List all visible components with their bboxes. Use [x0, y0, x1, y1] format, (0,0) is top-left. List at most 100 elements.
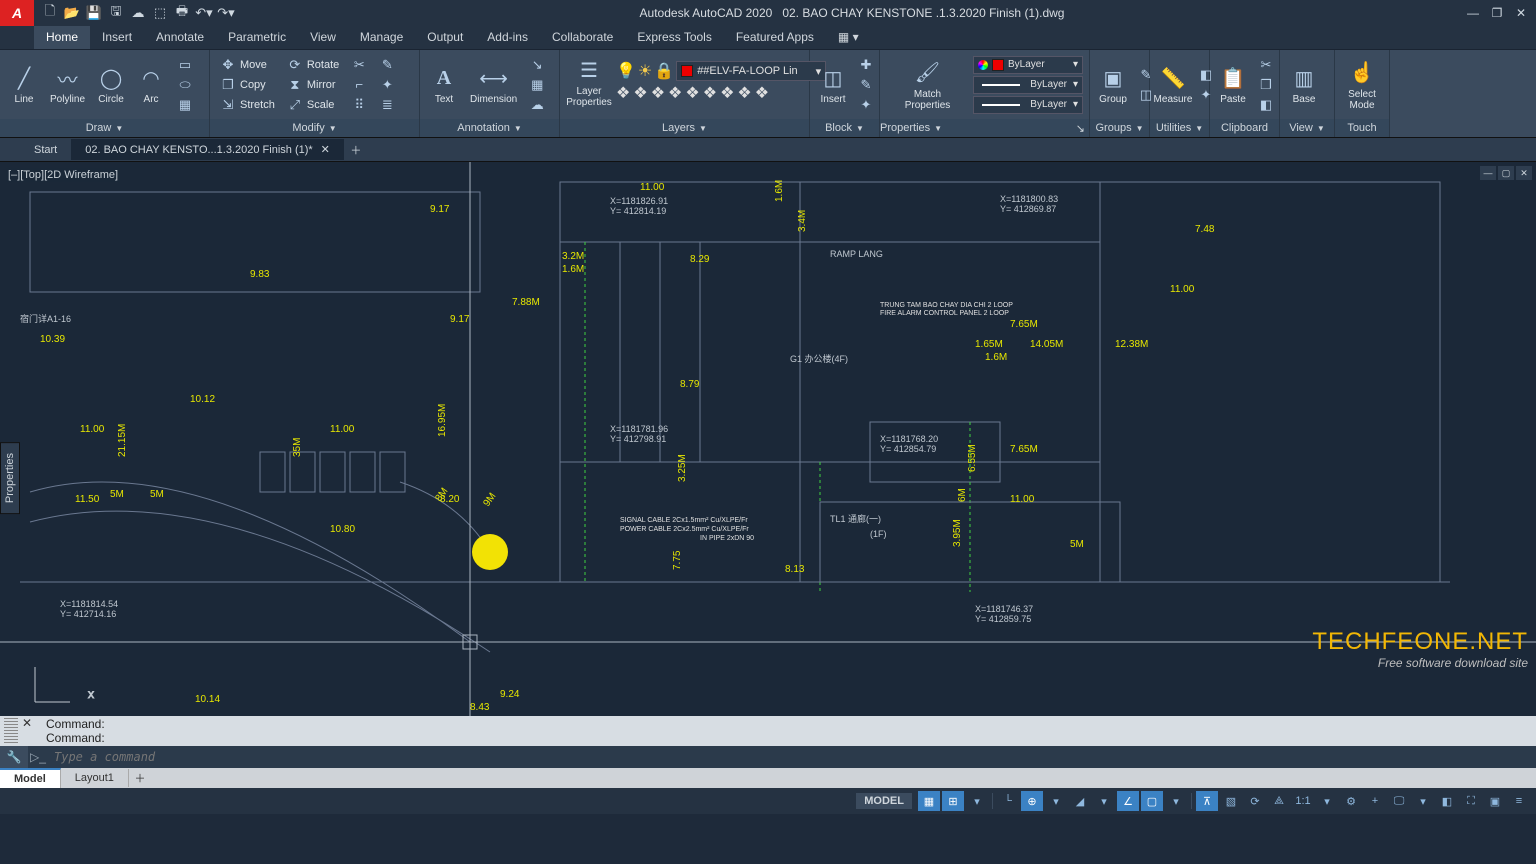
isodraft-icon[interactable]: ◢ — [1069, 791, 1091, 811]
undo-icon[interactable]: ↶▾ — [194, 3, 214, 23]
scale-button[interactable]: ⤢Scale — [283, 95, 343, 115]
arc-button[interactable]: ◠Arc — [133, 62, 169, 107]
offset-icon[interactable]: ≣ — [375, 95, 399, 115]
tab-express[interactable]: Express Tools — [625, 26, 723, 49]
open-icon[interactable]: 📂 — [62, 3, 82, 23]
tab-addins[interactable]: Add-ins — [475, 26, 540, 49]
app-logo[interactable]: A — [0, 0, 34, 26]
polar-menu-icon[interactable]: ▾ — [1045, 791, 1067, 811]
tab-view[interactable]: View — [298, 26, 348, 49]
layer-tool9-icon[interactable]: ❖ — [755, 83, 769, 103]
insert-block-button[interactable]: ◫Insert — [816, 62, 850, 107]
panel-draw-title[interactable]: Draw▼ — [0, 119, 209, 137]
stretch-button[interactable]: ⇲Stretch — [216, 95, 279, 115]
polyline-button[interactable]: 〰Polyline — [46, 62, 89, 107]
lineweight-combo[interactable]: ByLayer▾ — [973, 76, 1083, 94]
layout-add-icon[interactable]: ＋ — [129, 770, 151, 786]
minimize-icon[interactable]: — — [1462, 3, 1484, 23]
ws-menu-icon[interactable]: ▾ — [1412, 791, 1434, 811]
ws-icon[interactable]: 🖵 — [1388, 791, 1410, 811]
file-tab-close-icon[interactable]: ✕ — [321, 143, 330, 156]
array-icon[interactable]: ⠿ — [347, 95, 371, 115]
saveas-icon[interactable]: 🖫 — [106, 3, 126, 23]
copy-button[interactable]: ❐Copy — [216, 75, 279, 95]
isolate-icon[interactable]: ◧ — [1436, 791, 1458, 811]
layer-combo[interactable]: ##ELV-FA-LOOP Lin ▾ — [676, 61, 826, 81]
command-input[interactable] — [48, 746, 1536, 768]
layer-tool3-icon[interactable]: ❖ — [651, 83, 665, 103]
restore-icon[interactable]: ❐ — [1486, 3, 1508, 23]
layer-properties-button[interactable]: ☰Layer Properties — [566, 54, 612, 110]
cleanscreen-icon[interactable]: ▣ — [1484, 791, 1506, 811]
layer-tool7-icon[interactable]: ❖ — [720, 83, 734, 103]
otrack-icon[interactable]: ▢ — [1141, 791, 1163, 811]
copy-clip-icon[interactable]: ❐ — [1254, 75, 1278, 95]
layout-tab-model[interactable]: Model — [0, 768, 61, 788]
panel-utilities-title[interactable]: Utilities▼ — [1150, 119, 1209, 137]
status-model-button[interactable]: MODEL — [856, 793, 912, 809]
layer-tool5-icon[interactable]: ❖ — [685, 83, 699, 103]
circle-button[interactable]: ◯Circle — [93, 62, 129, 107]
file-tab-drawing[interactable]: 02. BAO CHAY KENSTO...1.3.2020 Finish (1… — [71, 139, 344, 160]
line-button[interactable]: ╱Line — [6, 62, 42, 107]
tab-parametric[interactable]: Parametric — [216, 26, 298, 49]
layer-tool4-icon[interactable]: ❖ — [668, 83, 682, 103]
custom-icon[interactable]: ≡ — [1508, 791, 1530, 811]
layer-sun-icon[interactable]: ☀ — [638, 61, 652, 81]
save-icon[interactable]: 💾 — [84, 3, 104, 23]
cut-icon[interactable]: ✂ — [1254, 55, 1278, 75]
lineweight-icon[interactable]: ⊼ — [1196, 791, 1218, 811]
annoscale-icon[interactable]: ⟁ — [1268, 791, 1290, 811]
cycling-icon[interactable]: ⟳ — [1244, 791, 1266, 811]
layer-bulb-icon[interactable]: 💡 — [616, 61, 636, 81]
block-attr-icon[interactable]: ✦ — [854, 95, 878, 115]
layer-tool2-icon[interactable]: ❖ — [633, 83, 647, 103]
measure-button[interactable]: 📏Measure — [1156, 62, 1190, 107]
select-mode-button[interactable]: ☝Select Mode — [1341, 57, 1383, 113]
leader-icon[interactable]: ↘ — [525, 55, 549, 75]
new-icon[interactable]: 🗋 — [40, 3, 60, 23]
panel-modify-title[interactable]: Modify▼ — [210, 119, 419, 137]
mirror-button[interactable]: ⧗Mirror — [283, 75, 343, 95]
group-button[interactable]: ▣Group — [1096, 62, 1130, 107]
cloud-save-icon[interactable]: ⬚ — [150, 3, 170, 23]
panel-layers-title[interactable]: Layers▼ — [560, 119, 809, 137]
hatch-icon[interactable]: ▦ — [173, 95, 197, 115]
tab-output[interactable]: Output — [415, 26, 475, 49]
redo-icon[interactable]: ↷▾ — [216, 3, 236, 23]
layer-tool1-icon[interactable]: ❖ — [616, 83, 630, 103]
move-button[interactable]: ✥Move — [216, 55, 279, 75]
close-icon[interactable]: ✕ — [1510, 3, 1532, 23]
polar-icon[interactable]: ⊕ — [1021, 791, 1043, 811]
fillet-icon[interactable]: ⌐ — [347, 75, 371, 95]
ortho-icon[interactable]: └ — [997, 791, 1019, 811]
block-create-icon[interactable]: ✚ — [854, 55, 878, 75]
gear-icon[interactable]: ⚙ — [1340, 791, 1362, 811]
linetype-combo[interactable]: ByLayer▾ — [973, 96, 1083, 114]
customize-icon[interactable]: 🔧 — [0, 750, 28, 764]
tab-annotate[interactable]: Annotate — [144, 26, 216, 49]
panel-properties-title[interactable]: Properties▼↘ — [880, 119, 1089, 137]
panel-annotation-title[interactable]: Annotation▼ — [420, 119, 559, 137]
dimension-button[interactable]: ⟷Dimension — [466, 62, 521, 107]
file-tab-add-icon[interactable]: ＋ — [344, 142, 368, 158]
layer-tool6-icon[interactable]: ❖ — [703, 83, 717, 103]
ellipse-icon[interactable]: ⬭ — [173, 75, 197, 95]
cmd-close-icon[interactable]: ✕ — [22, 716, 34, 730]
osnap-icon[interactable]: ∠ — [1117, 791, 1139, 811]
table-icon[interactable]: ▦ — [525, 75, 549, 95]
panel-block-title[interactable]: Block▼ — [810, 119, 879, 137]
panel-view-title[interactable]: View▼ — [1280, 119, 1334, 137]
tab-overflow-icon[interactable]: ▦ ▾ — [826, 26, 871, 49]
layer-lock-icon[interactable]: 🔒 — [654, 61, 674, 81]
monitor-icon[interactable]: + — [1364, 791, 1386, 811]
cloud-icon[interactable]: ☁ — [525, 95, 549, 115]
scale-label[interactable]: 1:1 — [1292, 791, 1314, 811]
tab-featured[interactable]: Featured Apps — [724, 26, 826, 49]
tab-home[interactable]: Home — [34, 26, 90, 49]
erase-icon[interactable]: ✎ — [375, 55, 399, 75]
otrack-menu-icon[interactable]: ▾ — [1165, 791, 1187, 811]
tab-collaborate[interactable]: Collaborate — [540, 26, 625, 49]
trim-icon[interactable]: ✂ — [347, 55, 371, 75]
drawing-canvas[interactable]: X 宿门详A1-16 G1 办公楼(4F) TL1 通廊(一) (1F) RAM… — [0, 162, 1536, 716]
